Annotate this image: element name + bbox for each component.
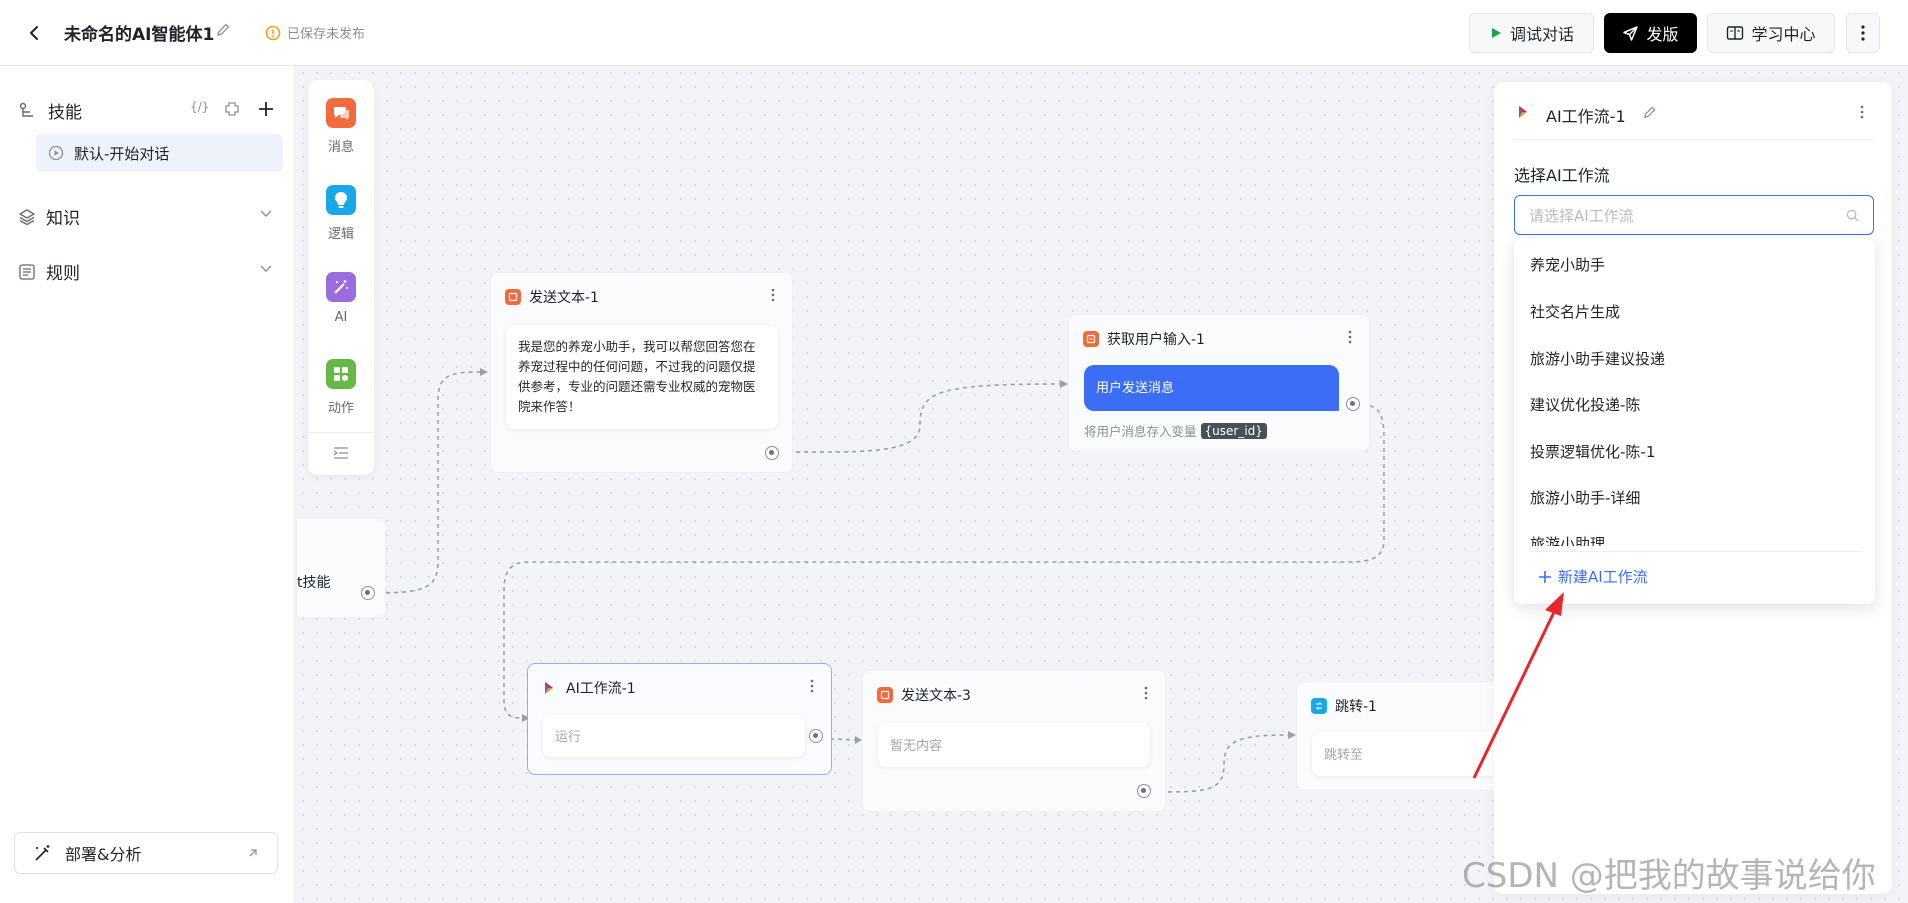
annotation-arrow <box>1472 592 1564 779</box>
watermark: CSDN @把我的故事说给你 <box>1462 856 1876 896</box>
